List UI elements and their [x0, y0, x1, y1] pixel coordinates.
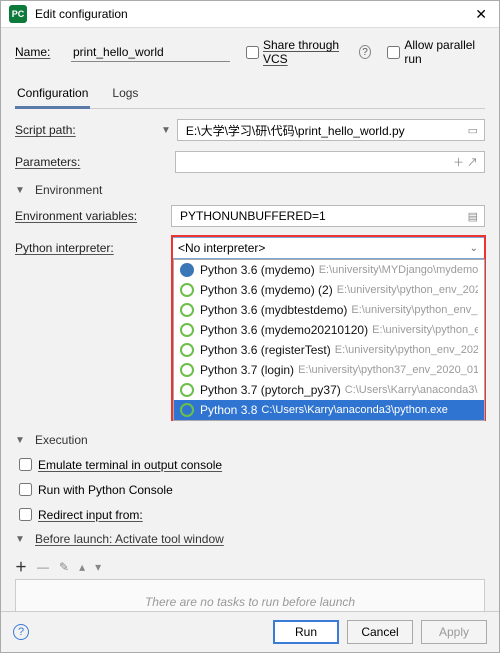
interpreter-option-path: E:\university\python_env_2020_01_14\py	[337, 284, 478, 296]
interpreter-option-name: Python 3.6 (mydemo) (2)	[200, 283, 333, 297]
dialog-footer: ? Run Cancel Apply	[1, 611, 499, 652]
execution-section-header[interactable]: ▼ Execution	[15, 433, 485, 447]
interpreter-option[interactable]: Python 3.6 (mydemo) E:\university\MYDjang…	[174, 260, 484, 280]
tab-configuration[interactable]: Configuration	[15, 80, 90, 108]
interpreter-dropdown-list: Python 3.6 (mydemo) E:\university\MYDjang…	[173, 259, 485, 421]
name-input[interactable]	[71, 43, 230, 62]
folder-icon[interactable]: ▭	[468, 124, 478, 137]
allow-parallel-checkbox[interactable]	[387, 46, 400, 59]
python-icon	[180, 403, 194, 417]
cancel-button[interactable]: Cancel	[347, 620, 413, 644]
env-vars-field[interactable]: ▤	[171, 205, 485, 227]
help-icon[interactable]: ?	[359, 45, 372, 59]
titlebar: PC Edit configuration ✕	[1, 1, 499, 28]
window-title: Edit configuration	[35, 7, 471, 21]
python-icon	[180, 363, 194, 377]
python-icon	[180, 343, 194, 357]
caret-down-icon: ▼	[15, 435, 25, 446]
interpreter-option-name: Python 3.7 (pytorch_py37)	[200, 383, 341, 397]
env-vars-input[interactable]	[178, 208, 468, 224]
remove-button[interactable]: —	[37, 560, 49, 574]
interpreter-option-path: E:\university\MYDjango\mydemo\venv\Scri	[319, 264, 478, 276]
interpreter-option[interactable]: Python 3.8 C:\Users\Karry\anaconda3\pytho…	[174, 400, 484, 420]
list-icon[interactable]: ▤	[468, 210, 478, 223]
emulate-terminal-checkbox[interactable]	[19, 458, 32, 471]
interpreter-option-path: E:\university\python_env_2020_01_4	[351, 304, 478, 316]
parameters-field[interactable]: ＋ ↗	[175, 151, 485, 173]
interpreter-option-path: E:\university\python_env_2020_01_14\py	[335, 344, 478, 356]
add-button[interactable]: ＋	[15, 558, 27, 575]
run-python-console-label: Run with Python Console	[38, 483, 173, 497]
script-path-field[interactable]: ▭	[177, 119, 485, 141]
apply-button[interactable]: Apply	[421, 620, 487, 644]
interpreter-option[interactable]: Python 3.6 (mydemo20210120) E:\university…	[174, 320, 484, 340]
caret-down-icon: ▼	[15, 534, 25, 545]
interpreter-option[interactable]: Python 3.6 (mydemo) (2) E:\university\pyt…	[174, 280, 484, 300]
move-up-button[interactable]: ▴	[79, 560, 85, 574]
share-vcs-label: Share through VCS	[263, 38, 355, 66]
env-vars-label: Environment variables:	[15, 209, 171, 223]
interpreter-current: <No interpreter>	[178, 241, 470, 255]
run-python-console-checkbox[interactable]	[19, 483, 32, 496]
parameters-label: Parameters:	[15, 155, 155, 169]
interpreter-label: Python interpreter:	[15, 241, 171, 255]
python-icon	[180, 303, 194, 317]
share-vcs-checkbox[interactable]	[246, 46, 259, 59]
interpreter-option-name: Python 3.8	[200, 403, 257, 417]
python-icon	[180, 323, 194, 337]
edit-configuration-dialog: PC Edit configuration ✕ Name: Share thro…	[0, 0, 500, 653]
python-icon	[180, 283, 194, 297]
allow-parallel-label: Allow parallel run	[404, 38, 485, 66]
interpreter-option-path: E:\university\python_env_2020_0	[372, 324, 478, 336]
interpreter-row: Python interpreter: <No interpreter> ⌄ P…	[15, 237, 485, 259]
edit-button[interactable]: ✎	[59, 560, 69, 574]
interpreter-option[interactable]: Python 3.6 (mydbtestdemo) E:\university\p…	[174, 300, 484, 320]
pycharm-icon: PC	[9, 5, 27, 23]
before-launch-header[interactable]: ▼ Before launch: Activate tool window	[15, 532, 485, 546]
script-path-label: Script path:	[15, 123, 155, 137]
parameters-input[interactable]	[182, 154, 453, 170]
redirect-input-label: Redirect input from:	[38, 508, 143, 522]
interpreter-option[interactable]: Python 3.7 (login) E:\university\python37…	[174, 360, 484, 380]
interpreter-option[interactable]: Python 3.7 (pytorch_py37) C:\Users\Karry\…	[174, 380, 484, 400]
name-label: Name:	[15, 45, 65, 59]
chevron-down-icon: ⌄	[470, 243, 478, 254]
before-launch-empty: There are no tasks to run before launch	[15, 579, 485, 611]
redirect-input-checkbox[interactable]	[19, 508, 32, 521]
interpreter-option-name: Python 3.6 (mydemo20210120)	[200, 323, 368, 337]
environment-section-header[interactable]: ▼ Environment	[15, 183, 485, 197]
before-launch-toolbar: ＋ — ✎ ▴ ▾	[15, 554, 485, 579]
interpreter-option[interactable]: Python 3.6 (registerTest) E:\university\p…	[174, 340, 484, 360]
expand-icon[interactable]: ＋ ↗	[453, 154, 478, 170]
tabs: Configuration Logs	[15, 80, 485, 109]
interpreter-option-path: E:\university\python37_env_2020_01_30\py…	[298, 364, 478, 376]
interpreter-option-name: Python 3.7 (login)	[200, 363, 294, 377]
interpreter-option-path: C:\Users\Karry\anaconda3\python.exe	[261, 404, 448, 416]
interpreter-option-name: Python 3.6 (registerTest)	[200, 343, 331, 357]
emulate-terminal-label: Emulate terminal in output console	[38, 458, 222, 472]
chevron-down-icon[interactable]: ▼	[161, 125, 171, 136]
interpreter-dropdown[interactable]: <No interpreter> ⌄	[171, 237, 485, 259]
help-button[interactable]: ?	[13, 624, 29, 640]
interpreter-option-path: C:\Users\Karry\anaconda3\envs\pytorc	[345, 384, 478, 396]
python-icon	[180, 263, 194, 277]
move-down-button[interactable]: ▾	[95, 560, 101, 574]
interpreter-option-name: Python 3.6 (mydbtestdemo)	[200, 303, 347, 317]
run-button[interactable]: Run	[273, 620, 339, 644]
close-icon[interactable]: ✕	[471, 6, 491, 23]
caret-down-icon: ▼	[15, 185, 25, 196]
interpreter-option-name: Python 3.6 (mydemo)	[200, 263, 315, 277]
tab-logs[interactable]: Logs	[110, 80, 140, 108]
python-icon	[180, 383, 194, 397]
script-path-input[interactable]	[184, 122, 468, 138]
